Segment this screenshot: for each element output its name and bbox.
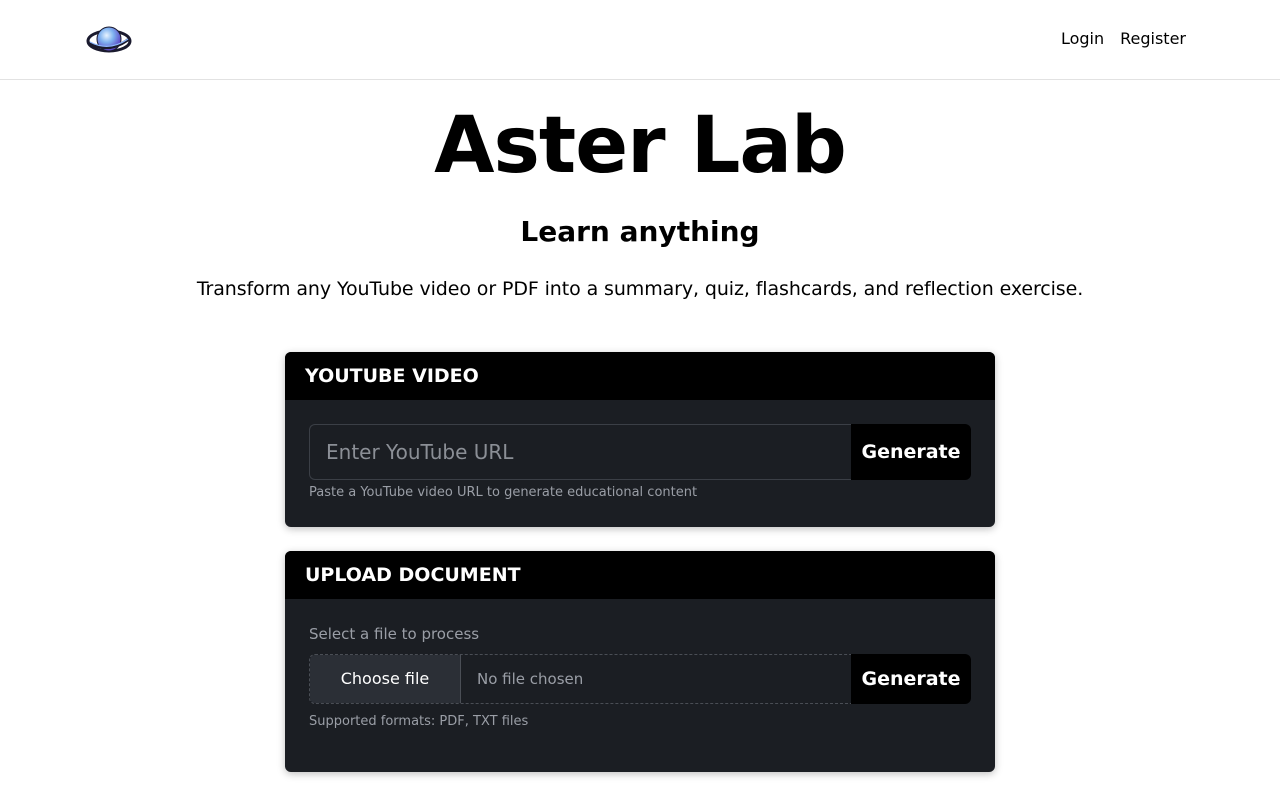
login-link[interactable]: Login (1061, 28, 1104, 50)
select-file-label: Select a file to process (309, 625, 480, 643)
document-helper-text: Supported formats: PDF, TXT files (309, 714, 529, 729)
file-input[interactable]: Choose file No file chosen (309, 654, 851, 704)
choose-file-button[interactable]: Choose file (310, 655, 461, 703)
youtube-input-row: Generate (309, 424, 971, 480)
youtube-card-header: YOUTUBE VIDEO (285, 352, 995, 400)
youtube-url-input[interactable] (309, 424, 851, 480)
document-card: UPLOAD DOCUMENT Select a file to process… (285, 551, 995, 772)
navbar: Login Register (0, 0, 1280, 80)
file-status-text: No file chosen (477, 670, 584, 688)
hero-title: Aster Lab (434, 101, 847, 191)
document-generate-button[interactable]: Generate (851, 654, 971, 704)
youtube-helper-text: Paste a YouTube video URL to generate ed… (309, 485, 698, 500)
nav-links: Login Register (1061, 28, 1186, 50)
hero-description: Transform any YouTube video or PDF into … (196, 278, 1084, 300)
youtube-generate-button[interactable]: Generate (851, 424, 971, 480)
youtube-card: YOUTUBE VIDEO Generate Paste a YouTube v… (285, 352, 995, 527)
register-link[interactable]: Register (1120, 28, 1186, 50)
hero-subtitle: Learn anything (520, 215, 760, 248)
document-card-header: UPLOAD DOCUMENT (285, 551, 995, 599)
document-input-row: Choose file No file chosen Generate (309, 654, 971, 704)
planet-logo-icon[interactable] (86, 22, 132, 58)
